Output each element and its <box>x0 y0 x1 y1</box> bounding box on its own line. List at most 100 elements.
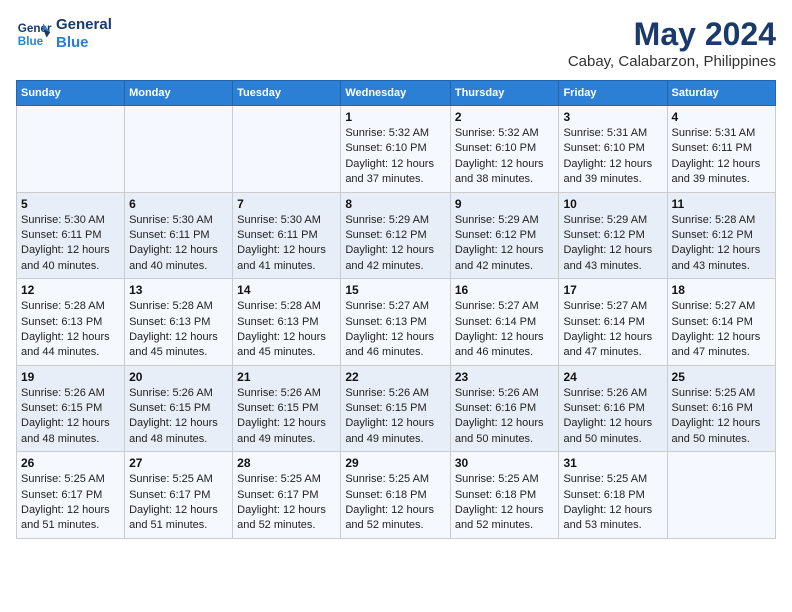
day-info: Sunrise: 5:25 AM Sunset: 6:18 PM Dayligh… <box>563 472 662 534</box>
calendar-cell <box>125 106 233 193</box>
calendar-cell: 25 Sunrise: 5:25 AM Sunset: 6:16 PM Dayli… <box>667 365 775 452</box>
calendar-cell: 2 Sunrise: 5:32 AM Sunset: 6:10 PM Daylig… <box>450 106 559 193</box>
calendar-cell: 16 Sunrise: 5:27 AM Sunset: 6:14 PM Dayli… <box>450 279 559 366</box>
day-info: Sunrise: 5:29 AM Sunset: 6:12 PM Dayligh… <box>563 213 662 275</box>
subtitle: Cabay, Calabarzon, Philippines <box>568 53 776 70</box>
week-row-5: 26Sunrise: 5:25 AM Sunset: 6:17 PM Dayli… <box>17 452 776 539</box>
calendar-cell: 13 Sunrise: 5:28 AM Sunset: 6:13 PM Dayli… <box>125 279 233 366</box>
calendar-cell: 19Sunrise: 5:26 AM Sunset: 6:15 PM Dayli… <box>17 365 125 452</box>
calendar-cell: 21 Sunrise: 5:26 AM Sunset: 6:15 PM Dayli… <box>233 365 341 452</box>
calendar-cell: 29 Sunrise: 5:25 AM Sunset: 6:18 PM Dayli… <box>341 452 451 539</box>
main-title: May 2024 <box>568 16 776 53</box>
day-info: Sunrise: 5:27 AM Sunset: 6:14 PM Dayligh… <box>672 299 771 361</box>
day-info: Sunrise: 5:26 AM Sunset: 6:15 PM Dayligh… <box>21 386 120 448</box>
day-info: Sunrise: 5:29 AM Sunset: 6:12 PM Dayligh… <box>345 213 446 275</box>
calendar-cell: 6 Sunrise: 5:30 AM Sunset: 6:11 PM Daylig… <box>125 192 233 279</box>
day-info: Sunrise: 5:30 AM Sunset: 6:11 PM Dayligh… <box>237 213 336 275</box>
day-info: Sunrise: 5:26 AM Sunset: 6:16 PM Dayligh… <box>455 386 555 448</box>
calendar-table: SundayMondayTuesdayWednesdayThursdayFrid… <box>16 80 776 539</box>
day-info: Sunrise: 5:31 AM Sunset: 6:10 PM Dayligh… <box>563 126 662 188</box>
header-sunday: Sunday <box>17 81 125 106</box>
calendar-cell: 11Sunrise: 5:28 AM Sunset: 6:12 PM Dayli… <box>667 192 775 279</box>
day-info: Sunrise: 5:28 AM Sunset: 6:13 PM Dayligh… <box>129 299 228 361</box>
svg-text:Blue: Blue <box>18 35 44 48</box>
day-number: 15 <box>345 283 446 297</box>
calendar-cell: 23 Sunrise: 5:26 AM Sunset: 6:16 PM Dayli… <box>450 365 559 452</box>
day-number: 25 <box>672 370 771 384</box>
day-info: Sunrise: 5:25 AM Sunset: 6:18 PM Dayligh… <box>345 472 446 534</box>
day-number: 21 <box>237 370 336 384</box>
day-number: 10 <box>563 197 662 211</box>
day-number: 2 <box>455 110 555 124</box>
day-number: 26 <box>21 456 120 470</box>
day-number: 8 <box>345 197 446 211</box>
calendar-cell: 4Sunrise: 5:31 AM Sunset: 6:11 PM Daylig… <box>667 106 775 193</box>
day-info: Sunrise: 5:27 AM Sunset: 6:13 PM Dayligh… <box>345 299 446 361</box>
calendar-cell: 22 Sunrise: 5:26 AM Sunset: 6:15 PM Dayli… <box>341 365 451 452</box>
day-info: Sunrise: 5:32 AM Sunset: 6:10 PM Dayligh… <box>345 126 446 188</box>
day-number: 27 <box>129 456 228 470</box>
day-info: Sunrise: 5:28 AM Sunset: 6:13 PM Dayligh… <box>21 299 120 361</box>
day-number: 22 <box>345 370 446 384</box>
day-number: 24 <box>563 370 662 384</box>
page-header: General Blue General Blue May 2024 Cabay… <box>16 16 776 70</box>
day-number: 28 <box>237 456 336 470</box>
day-info: Sunrise: 5:31 AM Sunset: 6:11 PM Dayligh… <box>672 126 771 188</box>
header-thursday: Thursday <box>450 81 559 106</box>
day-number: 29 <box>345 456 446 470</box>
header-tuesday: Tuesday <box>233 81 341 106</box>
day-number: 17 <box>563 283 662 297</box>
day-info: Sunrise: 5:25 AM Sunset: 6:16 PM Dayligh… <box>672 386 771 448</box>
logo-icon: General Blue <box>16 16 52 52</box>
day-number: 20 <box>129 370 228 384</box>
day-number: 11 <box>672 197 771 211</box>
header-monday: Monday <box>125 81 233 106</box>
day-number: 14 <box>237 283 336 297</box>
calendar-cell: 17 Sunrise: 5:27 AM Sunset: 6:14 PM Dayli… <box>559 279 667 366</box>
calendar-cell: 24 Sunrise: 5:26 AM Sunset: 6:16 PM Dayli… <box>559 365 667 452</box>
day-number: 18 <box>672 283 771 297</box>
week-row-2: 5Sunrise: 5:30 AM Sunset: 6:11 PM Daylig… <box>17 192 776 279</box>
day-info: Sunrise: 5:26 AM Sunset: 6:16 PM Dayligh… <box>563 386 662 448</box>
day-info: Sunrise: 5:29 AM Sunset: 6:12 PM Dayligh… <box>455 213 555 275</box>
day-info: Sunrise: 5:32 AM Sunset: 6:10 PM Dayligh… <box>455 126 555 188</box>
calendar-cell: 30Sunrise: 5:25 AM Sunset: 6:18 PM Dayli… <box>450 452 559 539</box>
calendar-cell: 7Sunrise: 5:30 AM Sunset: 6:11 PM Daylig… <box>233 192 341 279</box>
day-number: 23 <box>455 370 555 384</box>
logo-general: General <box>56 16 112 34</box>
day-info: Sunrise: 5:26 AM Sunset: 6:15 PM Dayligh… <box>237 386 336 448</box>
day-info: Sunrise: 5:27 AM Sunset: 6:14 PM Dayligh… <box>563 299 662 361</box>
calendar-cell: 1 Sunrise: 5:32 AM Sunset: 6:10 PM Daylig… <box>341 106 451 193</box>
calendar-cell: 3 Sunrise: 5:31 AM Sunset: 6:10 PM Daylig… <box>559 106 667 193</box>
day-number: 1 <box>345 110 446 124</box>
calendar-cell <box>667 452 775 539</box>
calendar-cell: 28Sunrise: 5:25 AM Sunset: 6:17 PM Dayli… <box>233 452 341 539</box>
day-number: 9 <box>455 197 555 211</box>
day-number: 3 <box>563 110 662 124</box>
week-row-1: 1 Sunrise: 5:32 AM Sunset: 6:10 PM Daylig… <box>17 106 776 193</box>
day-number: 16 <box>455 283 555 297</box>
day-info: Sunrise: 5:28 AM Sunset: 6:13 PM Dayligh… <box>237 299 336 361</box>
header-wednesday: Wednesday <box>341 81 451 106</box>
day-number: 31 <box>563 456 662 470</box>
day-info: Sunrise: 5:27 AM Sunset: 6:14 PM Dayligh… <box>455 299 555 361</box>
day-number: 12 <box>21 283 120 297</box>
calendar-cell: 14 Sunrise: 5:28 AM Sunset: 6:13 PM Dayli… <box>233 279 341 366</box>
day-info: Sunrise: 5:30 AM Sunset: 6:11 PM Dayligh… <box>129 213 228 275</box>
calendar-cell <box>17 106 125 193</box>
calendar-cell: 15 Sunrise: 5:27 AM Sunset: 6:13 PM Dayli… <box>341 279 451 366</box>
title-block: May 2024 Cabay, Calabarzon, Philippines <box>568 16 776 70</box>
day-info: Sunrise: 5:30 AM Sunset: 6:11 PM Dayligh… <box>21 213 120 275</box>
day-info: Sunrise: 5:26 AM Sunset: 6:15 PM Dayligh… <box>345 386 446 448</box>
header-friday: Friday <box>559 81 667 106</box>
calendar-cell: 8 Sunrise: 5:29 AM Sunset: 6:12 PM Daylig… <box>341 192 451 279</box>
day-number: 30 <box>455 456 555 470</box>
day-number: 13 <box>129 283 228 297</box>
day-info: Sunrise: 5:26 AM Sunset: 6:15 PM Dayligh… <box>129 386 228 448</box>
calendar-cell: 26Sunrise: 5:25 AM Sunset: 6:17 PM Dayli… <box>17 452 125 539</box>
day-number: 6 <box>129 197 228 211</box>
calendar-cell: 5Sunrise: 5:30 AM Sunset: 6:11 PM Daylig… <box>17 192 125 279</box>
calendar-cell: 18 Sunrise: 5:27 AM Sunset: 6:14 PM Dayli… <box>667 279 775 366</box>
logo-blue: Blue <box>56 34 112 52</box>
calendar-cell: 10 Sunrise: 5:29 AM Sunset: 6:12 PM Dayli… <box>559 192 667 279</box>
